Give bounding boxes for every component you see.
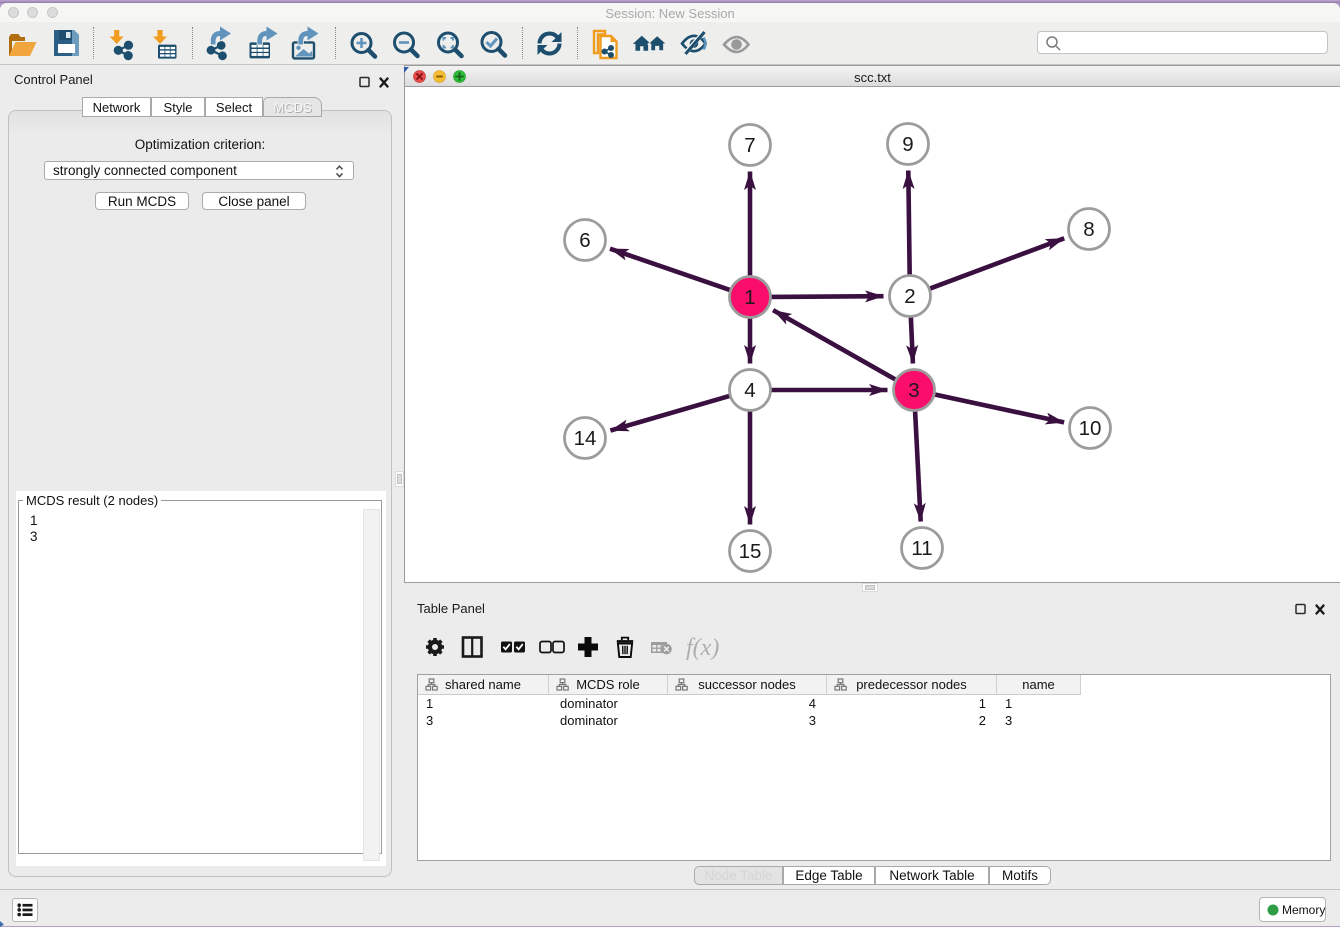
svg-text:4: 4	[744, 379, 755, 402]
svg-text:9: 9	[902, 133, 913, 156]
svg-text:f(x): f(x)	[686, 635, 719, 661]
svg-text:1: 1	[744, 286, 755, 309]
svg-text:8: 8	[1083, 218, 1094, 241]
svg-text:2: 2	[904, 285, 915, 308]
svg-text:15: 15	[739, 540, 762, 563]
svg-text:3: 3	[908, 379, 919, 402]
svg-text:10: 10	[1079, 417, 1102, 440]
svg-text:7: 7	[744, 134, 755, 157]
svg-text:11: 11	[911, 537, 932, 560]
svg-text:6: 6	[579, 229, 590, 252]
svg-text:14: 14	[574, 427, 597, 450]
